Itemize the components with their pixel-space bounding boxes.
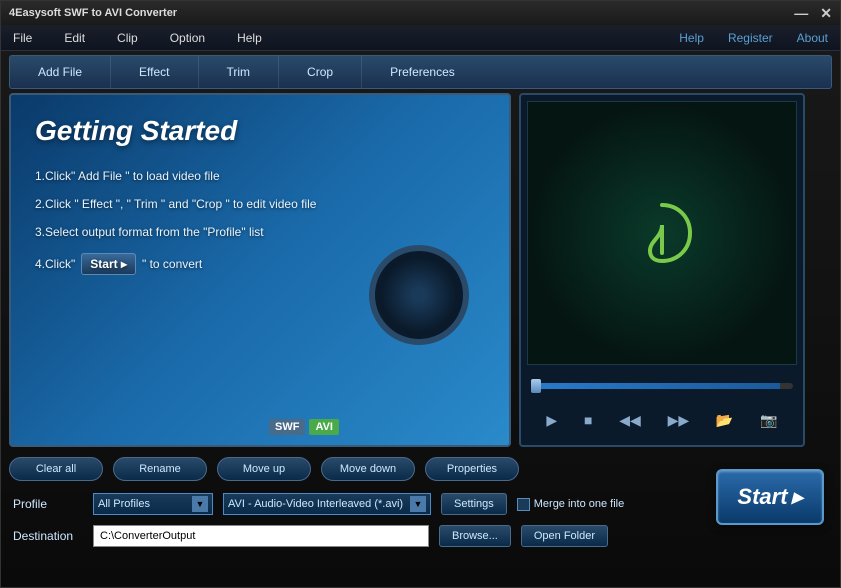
open-folder-button[interactable]: Open Folder [521,525,608,547]
start-button[interactable]: Start ▸ [716,469,824,525]
profile-filter-combo[interactable]: All Profiles ▼ [93,493,213,515]
toolbar: Add File Effect Trim Crop Preferences [9,55,832,89]
toolbar-crop[interactable]: Crop [279,56,362,88]
start-button-label: Start [737,484,787,510]
window-title: 4Easysoft SWF to AVI Converter [9,7,177,19]
app-window: 4Easysoft SWF to AVI Converter — ✕ File … [0,0,841,588]
rewind-icon[interactable]: ◀◀ [619,412,641,429]
minimize-icon[interactable]: — [794,5,808,22]
merge-checkbox[interactable] [517,498,530,511]
profile-format-combo[interactable]: AVI - Audio-Video Interleaved (*.avi) ▼ [223,493,431,515]
menu-file[interactable]: File [13,31,32,45]
seek-track[interactable] [531,383,793,389]
step-1: 1.Click" Add File " to load video file [35,169,485,183]
toolbar-preferences[interactable]: Preferences [362,56,483,88]
profile-format-value: AVI - Audio-Video Interleaved (*.avi) [228,498,403,510]
menu-option[interactable]: Option [170,31,205,45]
swf-chip: SWF [269,419,305,435]
link-register[interactable]: Register [728,31,773,45]
preview-pane: ▶ ■ ◀◀ ▶▶ 📂 📷 [519,93,805,447]
logo-icon [622,193,702,273]
close-icon[interactable]: ✕ [820,5,832,22]
player-controls: ▶ ■ ◀◀ ▶▶ 📂 📷 [521,401,803,439]
window-controls: — ✕ [794,5,832,22]
play-icon[interactable]: ▶ [546,412,557,429]
merge-label: Merge into one file [534,498,625,510]
toolbar-effect[interactable]: Effect [111,56,198,88]
move-down-button[interactable]: Move down [321,457,415,481]
getting-started-title: Getting Started [35,115,485,147]
toolbar-trim[interactable]: Trim [199,56,280,88]
browse-button[interactable]: Browse... [439,525,511,547]
step4-suffix: " to convert [142,257,202,271]
toolbar-add-file[interactable]: Add File [10,56,111,88]
avi-chip: AVI [309,419,339,435]
start-mini-button: Start ▸ [81,253,136,275]
forward-icon[interactable]: ▶▶ [668,412,690,429]
main-area: Getting Started 1.Click" Add File " to l… [1,89,840,451]
chevron-down-icon: ▼ [192,496,208,512]
step-2: 2.Click " Effect ", " Trim " and "Crop "… [35,197,485,211]
menu-help[interactable]: Help [237,31,262,45]
rename-button[interactable]: Rename [113,457,207,481]
play-arrow-icon: ▸ [792,484,803,510]
properties-button[interactable]: Properties [425,457,519,481]
clear-all-button[interactable]: Clear all [9,457,103,481]
open-icon[interactable]: 📂 [716,412,733,429]
menubar: File Edit Clip Option Help Help Register… [1,25,840,51]
step-3: 3.Select output format from the "Profile… [35,225,485,239]
merge-checkbox-wrap[interactable]: Merge into one file [517,498,625,511]
stop-icon[interactable]: ■ [584,412,592,428]
film-reel-icon [369,245,489,365]
move-up-button[interactable]: Move up [217,457,311,481]
menu-edit[interactable]: Edit [64,31,85,45]
titlebar: 4Easysoft SWF to AVI Converter — ✕ [1,1,840,25]
format-icons: SWF AVI [269,419,339,435]
bottom-panel: Profile All Profiles ▼ AVI - Audio-Video… [1,481,840,547]
menu-left: File Edit Clip Option Help [13,31,262,45]
step4-prefix: 4.Click" [35,257,75,271]
menu-right: Help Register About [679,31,828,45]
chevron-down-icon: ▼ [410,496,426,512]
video-preview [527,101,797,365]
destination-input[interactable] [93,525,429,547]
profile-row: Profile All Profiles ▼ AVI - Audio-Video… [13,493,828,515]
seek-thumb[interactable] [531,379,541,393]
link-help[interactable]: Help [679,31,704,45]
profile-label: Profile [13,497,83,511]
settings-button[interactable]: Settings [441,493,507,515]
destination-label: Destination [13,529,83,543]
file-action-row: Clear all Rename Move up Move down Prope… [1,451,840,481]
snapshot-icon[interactable]: 📷 [760,412,777,429]
profile-filter-value: All Profiles [98,498,150,510]
link-about[interactable]: About [797,31,828,45]
getting-started-pane: Getting Started 1.Click" Add File " to l… [9,93,511,447]
destination-row: Destination Browse... Open Folder [13,525,828,547]
menu-clip[interactable]: Clip [117,31,138,45]
timeline [531,371,793,401]
